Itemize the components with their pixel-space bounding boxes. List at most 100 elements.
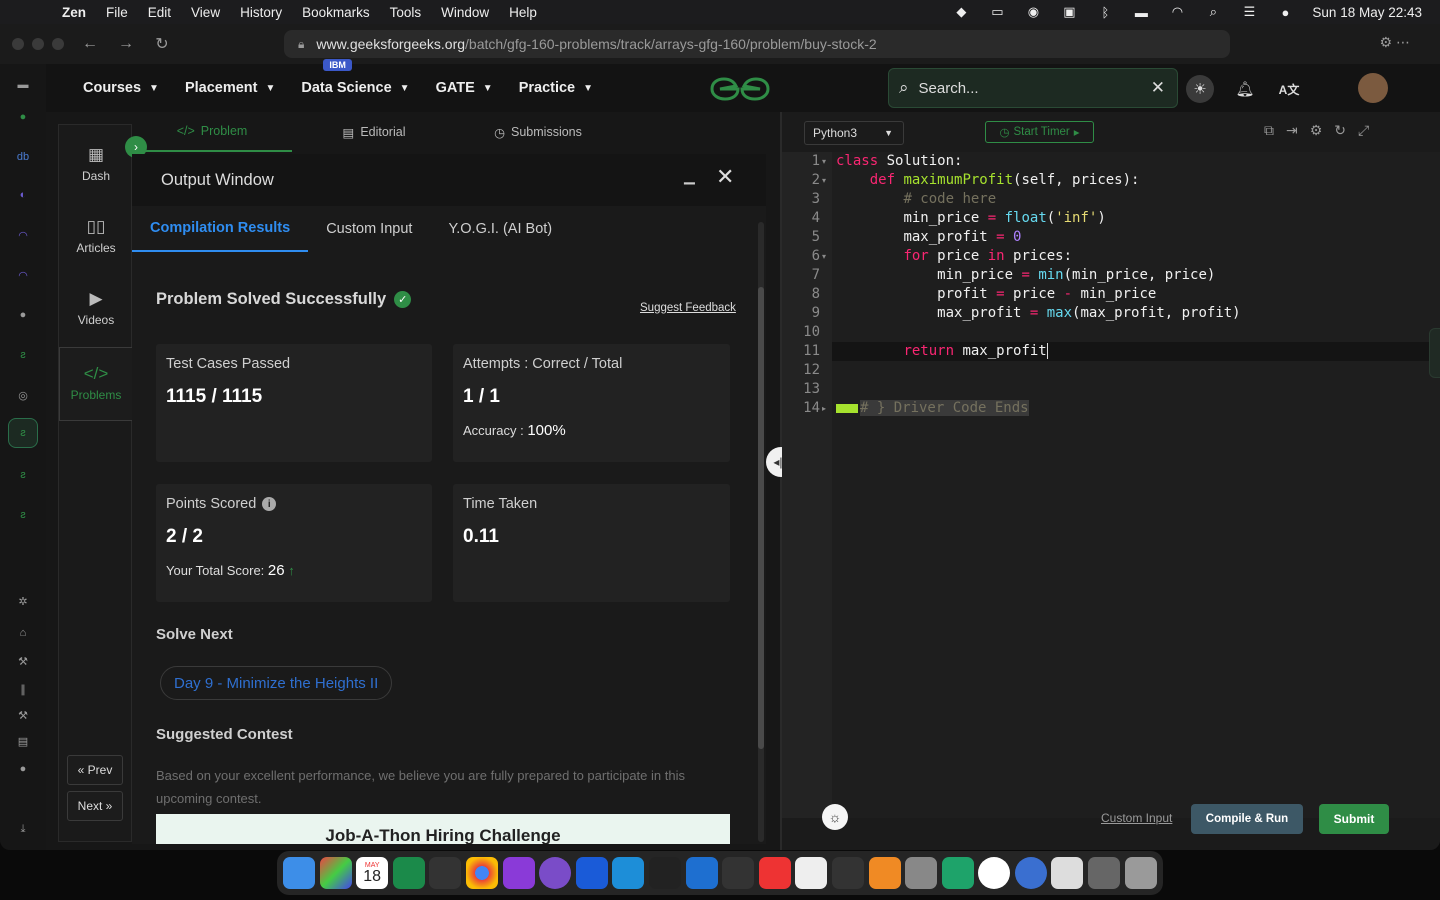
close-window-button[interactable] <box>12 38 24 50</box>
search-input[interactable]: ⌕ Search... ✕ <box>888 68 1178 108</box>
record-icon[interactable]: ◉ <box>1024 4 1042 19</box>
sidebar-item-dash[interactable]: ▦ Dash <box>59 145 133 183</box>
database-app-icon[interactable] <box>905 857 938 889</box>
sidebar-item-articles[interactable]: ▯▯ Articles <box>59 217 133 255</box>
spotlight-icon[interactable]: ⌕ <box>1204 4 1222 19</box>
menu-window[interactable]: Window <box>431 5 499 20</box>
menu-history[interactable]: History <box>230 5 292 20</box>
bell-icon[interactable]: 🔔︎ <box>1232 76 1258 102</box>
finder-icon[interactable] <box>283 857 315 889</box>
nav-courses[interactable]: Courses ▼ <box>83 80 159 96</box>
menu-clock[interactable]: Sun 18 May 22:43 <box>1312 5 1422 20</box>
theme-toggle-icon[interactable]: ☀ <box>1186 75 1214 103</box>
sidebar-site-icon[interactable]: ● <box>14 108 32 126</box>
bluetooth-icon[interactable]: ᛒ <box>1096 5 1114 20</box>
code-site-icon[interactable]: ◐ <box>14 186 32 204</box>
folder-icon[interactable]: ▬ <box>14 76 32 94</box>
wifi-icon[interactable]: ◠ <box>1168 4 1186 19</box>
nav-practice[interactable]: Practice ▼ <box>519 80 593 96</box>
fold-arrow-icon[interactable]: ▾ <box>822 252 826 261</box>
clear-search-icon[interactable]: ✕ <box>1151 78 1165 98</box>
gauge-icon[interactable]: ◠ <box>14 226 32 244</box>
minimize-window-button[interactable] <box>32 38 44 50</box>
menu-help[interactable]: Help <box>499 5 547 20</box>
avatar[interactable] <box>1358 73 1388 103</box>
gfg-tab-icon-2[interactable]: ƨ <box>14 466 32 484</box>
lightbulb-icon[interactable]: ☼ <box>822 804 848 830</box>
nav-gate[interactable]: GATE ▼ <box>436 80 493 96</box>
rstudio-icon[interactable] <box>392 857 425 889</box>
menu-view[interactable]: View <box>181 5 230 20</box>
obsidian-icon[interactable] <box>539 857 572 889</box>
acrobat-icon[interactable] <box>758 857 791 889</box>
suggest-feedback-link[interactable]: Suggest Feedback <box>640 302 736 314</box>
fullscreen-icon[interactable]: ⤢ <box>1358 122 1369 139</box>
siri-icon[interactable]: ● <box>1276 5 1294 20</box>
writing-app-icon[interactable] <box>795 857 828 889</box>
menu-edit[interactable]: Edit <box>138 5 181 20</box>
back-arrow-icon[interactable]: ← <box>72 35 108 53</box>
fold-arrow-icon[interactable]: ▾ <box>822 176 826 185</box>
docker-icon[interactable] <box>612 857 645 889</box>
copy-icon[interactable]: ⧉ <box>1264 122 1274 139</box>
reload-icon[interactable]: ↻ <box>144 34 180 54</box>
settings-icon[interactable]: ✲ <box>14 592 32 610</box>
textedit-icon[interactable] <box>1051 857 1084 889</box>
control-center-icon[interactable]: ☰ <box>1240 4 1258 19</box>
gfg-tab-icon-3[interactable]: ƨ <box>14 506 32 524</box>
fold-arrow-icon[interactable]: ▸ <box>822 404 826 413</box>
tab-editorial[interactable]: ▤ Editorial <box>292 112 456 152</box>
scroll-thumb[interactable] <box>758 287 764 749</box>
trash-icon[interactable] <box>1124 857 1157 889</box>
devtools-icon[interactable] <box>502 857 535 889</box>
notes-app-icon[interactable] <box>575 857 608 889</box>
zed-icon[interactable] <box>831 857 864 889</box>
globe-icon[interactable]: ● <box>14 760 32 778</box>
solve-next-link[interactable]: Day 9 - Minimize the Heights II <box>160 666 393 700</box>
prev-button[interactable]: « Prev <box>67 755 123 785</box>
tab-yogi-bot[interactable]: Y.O.G.I. (AI Bot) <box>430 206 570 252</box>
url-bar[interactable]: 🔒︎ www.geeksforgeeks.org /batch/gfg-160-… <box>284 30 1230 58</box>
extensions-icon[interactable]: ⚙ ⋯ <box>1380 34 1410 51</box>
book-shelf-icon[interactable]: ∥ <box>14 680 32 698</box>
zen-browser-icon[interactable] <box>429 857 462 889</box>
preview-icon[interactable] <box>1088 857 1121 889</box>
folded-code-icon[interactable] <box>836 403 858 413</box>
hammer-icon[interactable]: ⚒ <box>14 706 32 724</box>
settings-icon[interactable]: ⚙ <box>1310 122 1323 139</box>
display-icon[interactable]: ▣ <box>1060 4 1078 19</box>
database-icon[interactable]: db <box>14 148 32 166</box>
submit-button[interactable]: Submit <box>1319 804 1389 834</box>
forward-arrow-icon[interactable]: → <box>108 35 144 53</box>
cube-app-icon[interactable] <box>722 857 755 889</box>
mongodb-icon[interactable] <box>978 857 1011 889</box>
nav-data-science[interactable]: IBM Data Science ▼ <box>301 59 410 96</box>
openai-icon[interactable]: ◎ <box>14 386 32 404</box>
battery-icon[interactable]: ▬ <box>1132 5 1150 20</box>
close-icon[interactable]: ✕ <box>716 164 734 190</box>
sidebar-item-problems[interactable]: </> Problems <box>59 347 133 421</box>
tab-custom-input[interactable]: Custom Input <box>308 206 430 252</box>
status-app-icon[interactable]: ◆ <box>952 4 970 19</box>
minimize-icon[interactable]: ▁ <box>684 168 695 185</box>
sidebar-item-videos[interactable]: ▶ Videos <box>59 289 133 327</box>
code-area[interactable]: class Solution: def maximumProfit(self, … <box>832 152 1440 818</box>
tab-problem[interactable]: </> Problem <box>132 112 292 152</box>
reset-icon[interactable]: ↻ <box>1334 122 1346 139</box>
contest-banner[interactable]: Job-A-Thon Hiring Challenge <box>156 814 730 844</box>
vscode-icon[interactable] <box>685 857 718 889</box>
tab-compilation-results[interactable]: Compilation Results <box>132 206 309 252</box>
next-button[interactable]: Next » <box>67 791 123 821</box>
sheets-icon[interactable] <box>941 857 974 889</box>
menu-file[interactable]: File <box>96 5 138 20</box>
menu-bookmarks[interactable]: Bookmarks <box>292 5 380 20</box>
language-select[interactable]: Python3 ▼ <box>804 121 904 145</box>
chat-icon[interactable]: ▆ <box>1429 328 1440 378</box>
download-icon[interactable]: ⤓ <box>14 820 32 838</box>
sublime-icon[interactable] <box>868 857 901 889</box>
compile-run-button[interactable]: Compile & Run <box>1191 804 1303 834</box>
gfg-tab-icon[interactable]: ƨ <box>14 346 32 364</box>
calendar-icon[interactable]: MAY 18 <box>356 857 389 889</box>
tool-icon[interactable]: ⚒ <box>14 652 32 670</box>
info-icon[interactable]: i <box>262 497 277 511</box>
